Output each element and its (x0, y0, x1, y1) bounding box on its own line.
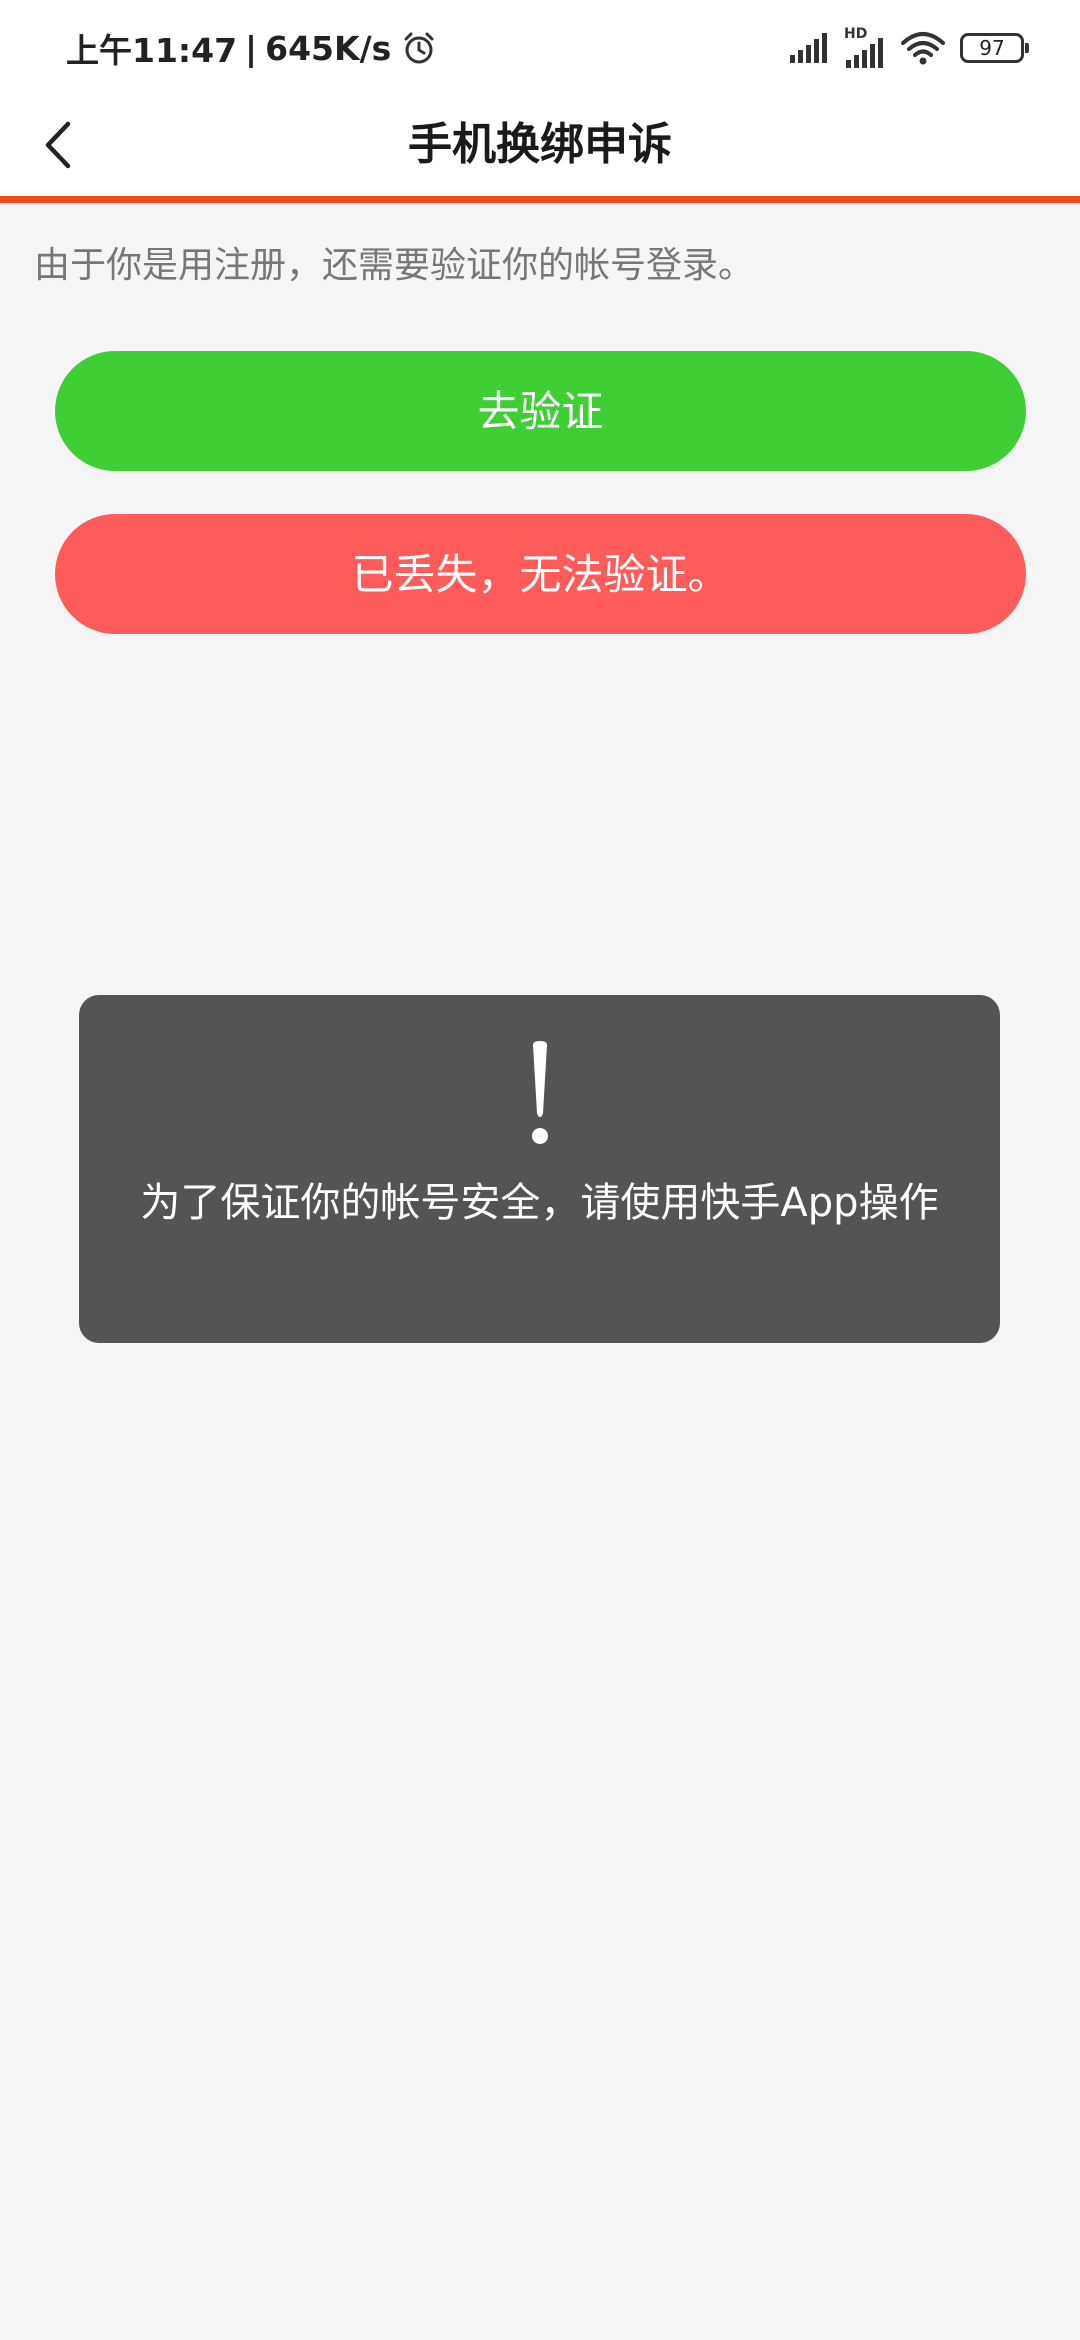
signal-hd-icon (846, 38, 883, 68)
go-verify-button[interactable]: 去验证 (55, 351, 1026, 471)
page-title: 手机换绑申诉 (408, 119, 672, 170)
wifi-icon (901, 32, 945, 65)
network-speed: 645K/s (265, 28, 392, 68)
hd-signal: HD (844, 26, 886, 68)
toast-text: 为了保证你的帐号安全，请使用快手App操作 (140, 1180, 939, 1226)
exclamation-icon (531, 1041, 548, 1144)
battery-indicator: 97 (960, 33, 1029, 63)
status-separator: | (245, 28, 258, 68)
status-right: HD 97 (788, 26, 1029, 70)
status-time: 上午11:47 (66, 31, 238, 70)
status-bar: 上午11:47 | 645K/s HD 97 (0, 0, 1080, 94)
verify-hint-text: 由于你是用注册，还需要验证你的帐号登录。 (34, 245, 755, 286)
nav-bar: 手机换绑申诉 (0, 94, 1080, 203)
status-left: 上午11:47 | 645K/s (66, 24, 437, 72)
lost-cannot-verify-button[interactable]: 已丢失，无法验证。 (55, 514, 1026, 634)
signal-icon (790, 33, 827, 63)
alarm-icon (404, 32, 434, 64)
toast-message: 为了保证你的帐号安全，请使用快手App操作 (79, 995, 1000, 1343)
